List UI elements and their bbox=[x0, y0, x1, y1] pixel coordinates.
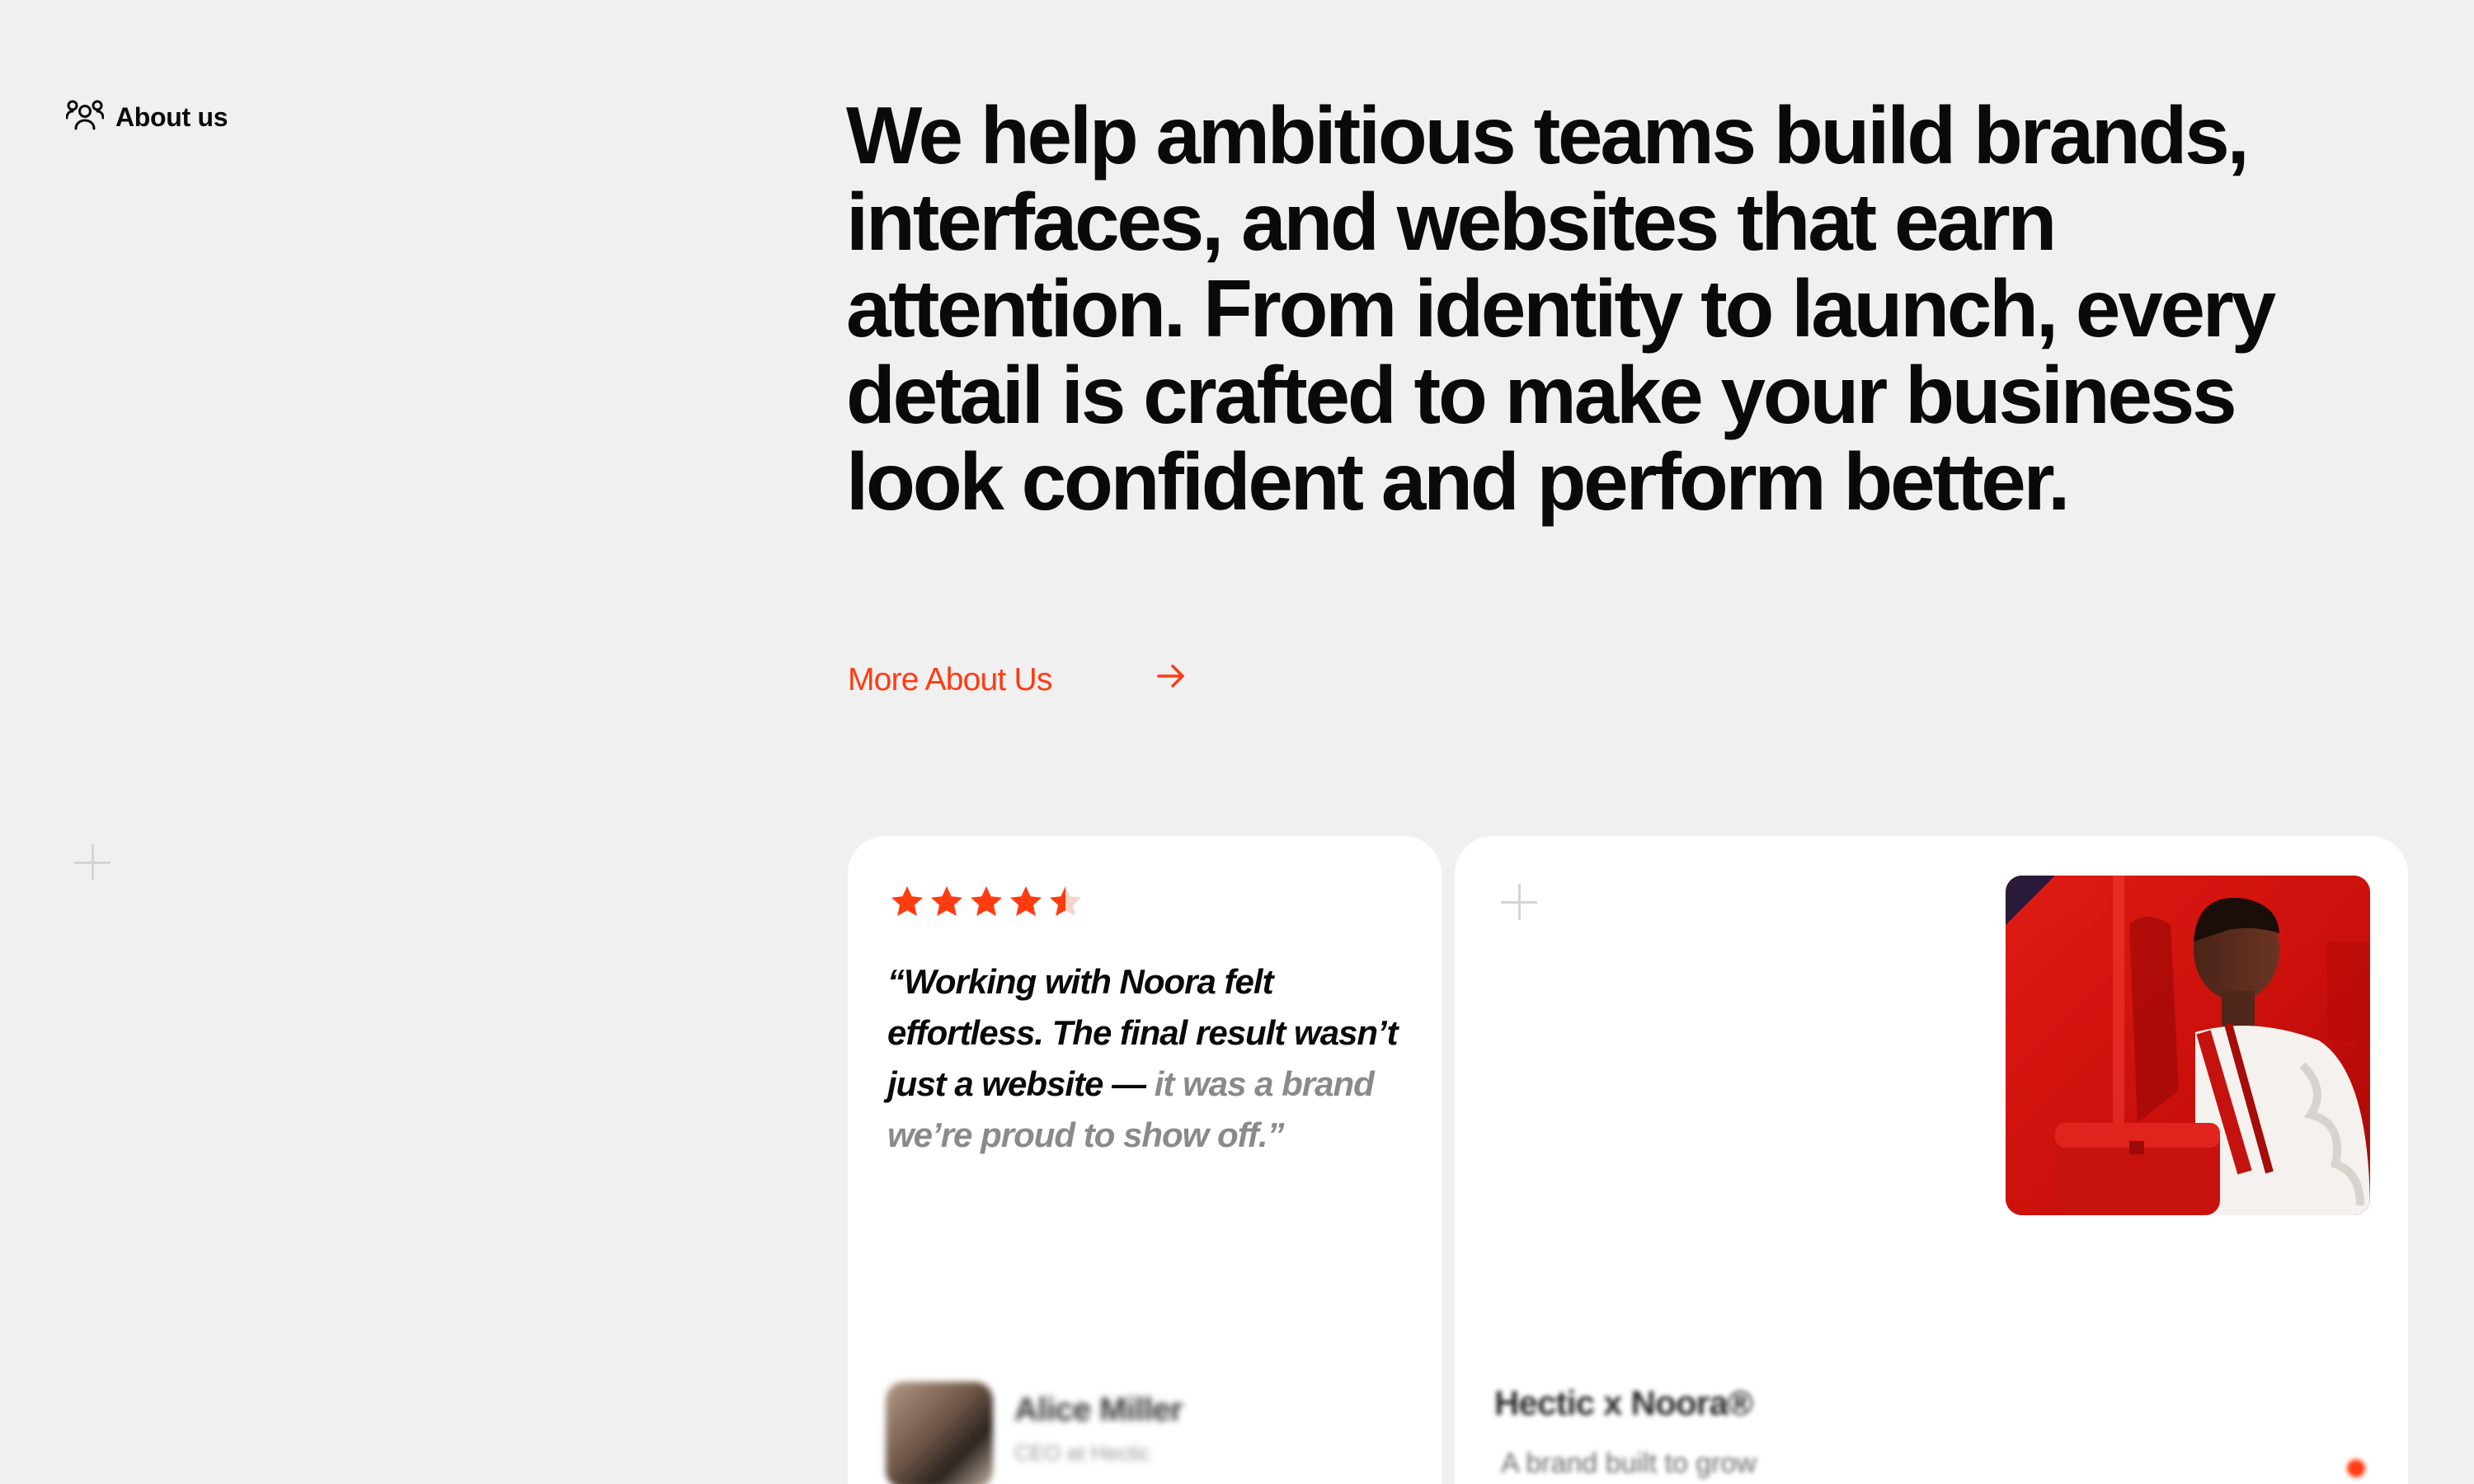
arrow-right-icon bbox=[1155, 660, 1188, 701]
testimonial-card: “Working with Noora felt effortless. The… bbox=[848, 836, 1442, 1484]
rating-stars bbox=[889, 884, 1084, 920]
testimonial-quote: “Working with Noora felt effortless. The… bbox=[887, 956, 1407, 1161]
section-label-text: About us bbox=[115, 101, 228, 132]
star-icon bbox=[1050, 886, 1081, 916]
project-card[interactable]: Hectic x Noora® A brand built to grow bbox=[1455, 836, 2408, 1484]
avatar bbox=[886, 1382, 993, 1484]
star-icon bbox=[971, 886, 1002, 916]
testimonial-author: Alice Miller CEO at Hectic bbox=[886, 1382, 1183, 1484]
page-headline: We help ambitious teams build brands, in… bbox=[846, 90, 2276, 527]
status-dot bbox=[2347, 1459, 2365, 1477]
section-label: About us bbox=[65, 97, 228, 137]
plus-icon bbox=[74, 844, 111, 881]
plus-icon bbox=[1501, 884, 1537, 920]
author-name: Alice Miller bbox=[1014, 1392, 1183, 1428]
star-icon bbox=[1010, 886, 1042, 916]
more-about-us-link[interactable]: More About Us bbox=[848, 660, 1188, 701]
star-icon bbox=[891, 886, 923, 916]
woman-with-red-bag-image bbox=[2006, 876, 2370, 1215]
author-role: CEO at Hectic bbox=[1014, 1440, 1150, 1465]
project-subtitle: A brand built to grow bbox=[1501, 1448, 1757, 1479]
team-icon bbox=[65, 97, 105, 137]
star-icon bbox=[931, 886, 962, 916]
more-about-us-label: More About Us bbox=[848, 662, 1052, 697]
project-title: Hectic x Noora® bbox=[1494, 1383, 1753, 1422]
about-section: About us We help ambitious teams build b… bbox=[0, 0, 2474, 1484]
